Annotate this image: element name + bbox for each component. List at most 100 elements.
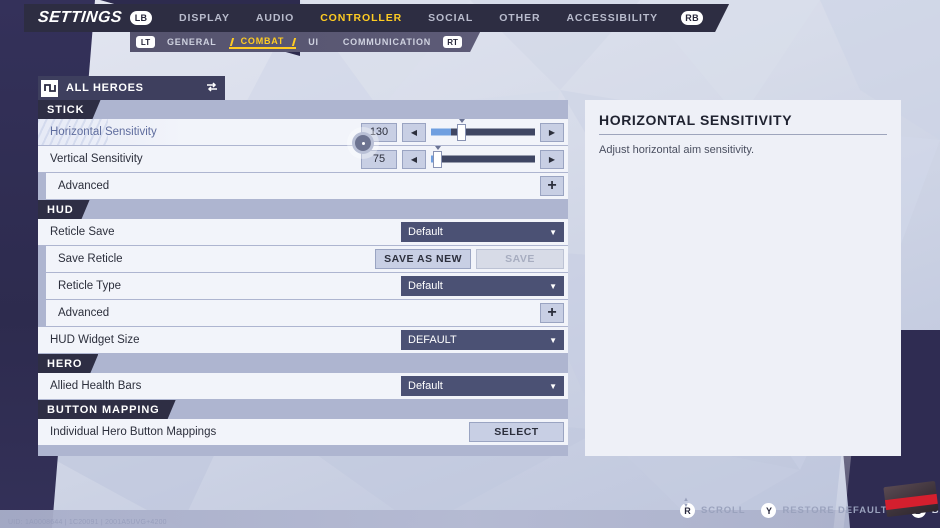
setting-row[interactable]: Reticle Save Default ▼ xyxy=(38,219,568,245)
setting-row[interactable]: Advanced + xyxy=(46,173,568,199)
dropdown-value: Default xyxy=(408,226,443,238)
slider-value-box[interactable]: 130 xyxy=(361,122,397,142)
chevron-down-icon: ▼ xyxy=(549,281,557,291)
tab-other[interactable]: OTHER xyxy=(486,12,553,24)
chevron-down-icon: ▼ xyxy=(549,335,557,345)
setting-row-label: Reticle Save xyxy=(50,226,115,238)
setting-row[interactable]: Advanced + xyxy=(46,300,568,326)
section-title: HUD xyxy=(38,200,90,219)
chevron-down-icon: ▼ xyxy=(549,381,557,391)
setting-row-label: Allied Health Bars xyxy=(50,380,142,392)
section-rows: Horizontal Sensitivity 130 ◀ ▶ Vertical Sens… xyxy=(38,118,568,199)
section-header: BUTTON MAPPING xyxy=(38,400,568,419)
prompt-scroll[interactable]: ▲ ▼ R SCROLL xyxy=(680,497,746,518)
section-header: HERO xyxy=(38,354,568,373)
slider-fill xyxy=(431,128,451,136)
top-tab-list: DISPLAY AUDIO CONTROLLER SOCIAL OTHER AC… xyxy=(166,12,671,24)
scroll-arrows-icon: ▲ ▼ xyxy=(683,497,689,509)
setting-row[interactable]: HUD Widget Size DEFAULT ▼ xyxy=(38,327,568,353)
action-button: SAVE xyxy=(476,249,564,269)
slider-increment-arrow-icon[interactable]: ▶ xyxy=(540,122,564,142)
section-slash-decoration xyxy=(89,200,105,219)
setting-row[interactable]: Horizontal Sensitivity 130 ◀ ▶ xyxy=(38,118,568,145)
setting-row-control: SAVE AS NEW SAVE xyxy=(375,249,568,269)
section-title: HERO xyxy=(38,354,98,373)
info-panel-title: HORIZONTAL SENSITIVITY xyxy=(599,112,793,128)
button-y-icon: Y xyxy=(761,503,777,518)
tab-controller[interactable]: CONTROLLER xyxy=(307,12,415,24)
setting-row-control: Default ▼ xyxy=(401,376,568,396)
prompt-restore-defaults[interactable]: Y RESTORE DEFAULTS xyxy=(761,503,894,518)
dropdown-value: Default xyxy=(408,280,443,292)
dropdown-select[interactable]: Default ▼ xyxy=(401,276,564,296)
setting-row[interactable]: Allied Health Bars Default ▼ xyxy=(38,373,568,399)
tab-accessibility[interactable]: ACCESSIBILITY xyxy=(553,12,671,24)
setting-row[interactable]: Reticle Type Default ▼ xyxy=(46,273,568,299)
right-bumper-icon: RB xyxy=(681,11,703,25)
setting-row-label: HUD Widget Size xyxy=(50,334,140,346)
dropdown-select[interactable]: Default ▼ xyxy=(401,376,564,396)
setting-row-control: Default ▼ xyxy=(401,222,568,242)
setting-row-control: + xyxy=(540,303,568,323)
section-title: STICK xyxy=(38,100,101,119)
settings-list-panel: STICK Horizontal Sensitivity 130 ◀ ▶ Vertical… xyxy=(38,100,568,456)
sub-navigation: LT GENERAL COMBAT UI COMMUNICATION RT xyxy=(130,32,480,52)
tab-social[interactable]: SOCIAL xyxy=(415,12,486,24)
section-rows: Reticle Save Default ▼ Save Reticle SAVE AS … xyxy=(38,219,568,353)
hero-selector[interactable]: ALL HEROES xyxy=(38,76,225,100)
slider-default-tick-icon xyxy=(435,145,442,150)
setting-row-label: Save Reticle xyxy=(58,253,123,265)
slider-value-box[interactable]: 75 xyxy=(361,149,397,169)
section-rows: Allied Health Bars Default ▼ xyxy=(38,373,568,399)
setting-row-label: Reticle Type xyxy=(58,280,122,292)
slider-decrement-arrow-icon[interactable]: ◀ xyxy=(402,122,426,142)
overlay-artifact-icon xyxy=(883,480,939,518)
setting-row[interactable]: Vertical Sensitivity 75 ◀ ▶ xyxy=(38,145,568,172)
uid-text: UID: 1A0008644 | 1C20091 | 2001A5UVG+420… xyxy=(8,519,167,526)
left-trigger-icon: LT xyxy=(136,36,155,48)
slider-track[interactable] xyxy=(431,118,535,142)
setting-row-label: Advanced xyxy=(58,180,110,192)
slider-thumb[interactable] xyxy=(457,123,467,141)
section-title: BUTTON MAPPING xyxy=(38,400,176,419)
setting-row-control: SELECT xyxy=(469,422,568,442)
setting-row-label: Horizontal Sensitivity xyxy=(50,126,157,138)
setting-row[interactable]: Individual Hero Button Mappings SELECT xyxy=(38,419,568,445)
action-button[interactable]: SELECT xyxy=(469,422,564,442)
slider-increment-arrow-icon[interactable]: ▶ xyxy=(540,149,564,169)
section-header: HUD xyxy=(38,200,568,219)
subtab-ui[interactable]: UI xyxy=(296,37,331,47)
setting-row-label: Vertical Sensitivity xyxy=(50,153,143,165)
slider-thumb[interactable] xyxy=(433,150,443,168)
settings-sections: STICK Horizontal Sensitivity 130 ◀ ▶ Vertical… xyxy=(38,100,568,445)
subtab-combat[interactable]: COMBAT xyxy=(229,36,297,49)
setting-row-control: + xyxy=(540,176,568,196)
expand-plus-icon[interactable]: + xyxy=(540,303,564,323)
dropdown-select[interactable]: DEFAULT ▼ xyxy=(401,330,564,350)
hero-roster-icon xyxy=(41,79,58,97)
subtab-communication[interactable]: COMMUNICATION xyxy=(331,37,443,47)
section-slash-decoration xyxy=(98,354,114,373)
setting-row-control: Default ▼ xyxy=(401,276,568,296)
prompt-scroll-label: SCROLL xyxy=(701,505,746,516)
right-trigger-icon: RT xyxy=(443,36,462,48)
subtab-general[interactable]: GENERAL xyxy=(155,37,229,47)
slider-default-tick-icon xyxy=(459,118,466,123)
dropdown-select[interactable]: Default ▼ xyxy=(401,222,564,242)
tab-display[interactable]: DISPLAY xyxy=(166,12,243,24)
section-slash-decoration xyxy=(100,100,116,119)
setting-row-label: Advanced xyxy=(58,307,110,319)
page-title: SETTINGS xyxy=(37,9,123,26)
tab-audio[interactable]: AUDIO xyxy=(243,12,307,24)
setting-row-control: 130 ◀ ▶ xyxy=(361,118,568,142)
expand-plus-icon[interactable]: + xyxy=(540,176,564,196)
action-button[interactable]: SAVE AS NEW xyxy=(375,249,471,269)
setting-row[interactable]: Save Reticle SAVE AS NEW SAVE xyxy=(46,246,568,272)
section-slash-decoration xyxy=(175,400,191,419)
chevron-down-icon: ▼ xyxy=(549,227,557,237)
top-navigation: SETTINGS LB DISPLAY AUDIO CONTROLLER SOC… xyxy=(24,4,729,32)
slider-track[interactable] xyxy=(431,145,535,169)
swap-vertical-icon[interactable] xyxy=(206,81,218,95)
setting-row-control: 75 ◀ ▶ xyxy=(361,145,568,169)
slider-decrement-arrow-icon[interactable]: ◀ xyxy=(402,149,426,169)
